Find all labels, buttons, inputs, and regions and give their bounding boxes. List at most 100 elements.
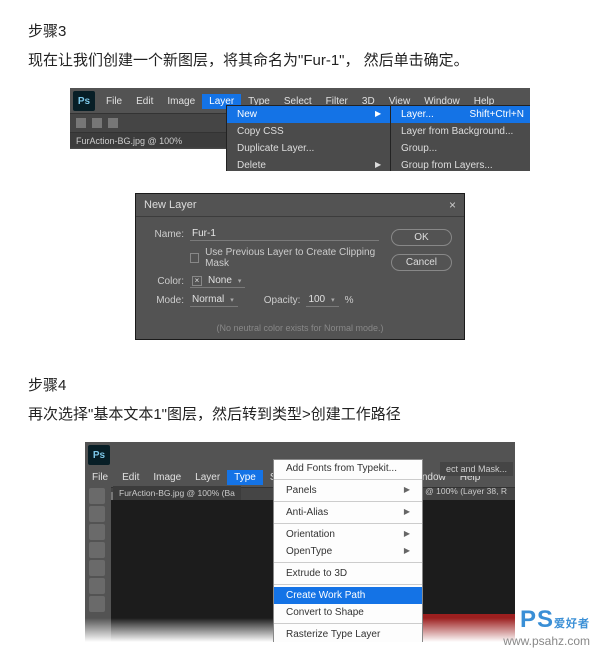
chevron-right-icon: ▶: [375, 160, 381, 171]
menu-separator: [274, 523, 422, 524]
menu-separator: [274, 584, 422, 585]
new-layer-dialog: New Layer × Name: Use Previous Layer to …: [135, 193, 465, 340]
dialog-footnote: (No neutral color exists for Normal mode…: [136, 323, 464, 339]
menu-item-opentype[interactable]: OpenType ▶: [274, 543, 422, 560]
menu-file[interactable]: File: [85, 470, 115, 485]
menu-shortcut: Shift+Ctrl+N: [470, 109, 524, 120]
menu-item-orientation[interactable]: Orientation▶: [274, 526, 422, 543]
chevron-right-icon: ▶: [404, 485, 410, 496]
tool-icon: [76, 118, 86, 128]
opacity-value: 100: [308, 294, 325, 305]
menu-item-label: Delete: [237, 160, 266, 171]
tool-icon: [108, 118, 118, 128]
ps-logo-icon: Ps: [88, 445, 110, 465]
ps-tools-sidebar: [85, 484, 111, 642]
menu-item-label: New: [237, 109, 257, 120]
ps-logo-icon: Ps: [73, 91, 95, 111]
clipping-mask-checkbox[interactable]: [190, 253, 199, 263]
menu-item-label: Extrude to 3D: [286, 568, 347, 579]
tool-icon[interactable]: [89, 542, 105, 558]
menu-type[interactable]: Type: [227, 470, 263, 485]
cancel-button[interactable]: Cancel: [391, 254, 452, 271]
menu-item-convert-to-shape[interactable]: Convert to Shape: [274, 604, 422, 621]
tool-icon[interactable]: [89, 596, 105, 612]
menu-item-new[interactable]: New ▶: [227, 106, 391, 123]
menu-item-group[interactable]: Group...: [391, 140, 530, 157]
menu-item-add-fonts[interactable]: Add Fonts from Typekit...: [274, 460, 422, 477]
watermark-subtitle: 爱好者: [554, 618, 590, 630]
menu-item-antialias[interactable]: Anti-Alias ▶: [274, 504, 422, 521]
layer-dropdown: New ▶ Copy CSS Duplicate Layer... Delete ▶…: [226, 105, 392, 171]
tool-icon[interactable]: [89, 506, 105, 522]
menu-item-label: Group...: [401, 143, 437, 154]
menu-layer[interactable]: Layer: [188, 470, 227, 485]
menu-item-label: Convert to Shape: [286, 607, 364, 618]
opacity-unit: %: [345, 295, 354, 306]
menu-item-label: Panels: [286, 485, 317, 496]
dialog-title: New Layer: [144, 199, 197, 211]
mode-value: Normal: [192, 294, 224, 305]
menu-item-copy-css[interactable]: Copy CSS: [227, 123, 391, 140]
ok-button[interactable]: OK: [391, 229, 452, 246]
chevron-right-icon: ▶: [404, 546, 410, 557]
tool-icon: [92, 118, 102, 128]
chevron-right-icon: ▶: [375, 109, 381, 120]
new-submenu: Layer... Shift+Ctrl+N Layer from Backgrou…: [390, 105, 530, 171]
ps-screenshot-type-menu: Ps File Edit Image Layer Type Select Fil…: [85, 442, 515, 642]
step4-text: 再次选择"基本文本1"图层，然后转到类型>创建工作路径: [28, 403, 572, 424]
menu-item-create-work-path[interactable]: Create Work Path: [274, 587, 422, 604]
step3-title: 步骤3: [28, 20, 572, 41]
chevron-down-icon: ▾: [238, 277, 242, 285]
close-icon[interactable]: ×: [449, 198, 456, 212]
watermark: PS爱好者 www.psahz.com: [503, 606, 590, 648]
menu-image[interactable]: Image: [146, 470, 188, 485]
chevron-down-icon: ▾: [331, 296, 335, 304]
opacity-label: Opacity:: [264, 295, 301, 306]
menu-item-label: OpenType: [286, 546, 332, 557]
menu-separator: [274, 562, 422, 563]
menu-image[interactable]: Image: [160, 94, 202, 109]
watermark-url: www.psahz.com: [503, 634, 590, 648]
tool-icon[interactable]: [89, 560, 105, 576]
menu-item-label: Duplicate Layer...: [237, 143, 314, 154]
menu-item-layer-from-bg[interactable]: Layer from Background...: [391, 123, 530, 140]
mode-label: Mode:: [148, 295, 184, 306]
ps-document-tab-right: d @ 100% (Layer 38, R: [418, 486, 507, 496]
menu-item-label: Group from Layers...: [401, 160, 493, 171]
mode-select[interactable]: Normal ▾: [190, 294, 238, 307]
chevron-right-icon: ▶: [404, 507, 410, 518]
none-swatch-icon: ×: [192, 276, 202, 286]
step3-text: 现在让我们创建一个新图层，将其命名为"Fur-1"， 然后单击确定。: [28, 49, 572, 70]
menu-item-label: Copy CSS: [237, 126, 284, 137]
color-label: Color:: [148, 276, 184, 287]
type-dropdown: Add Fonts from Typekit... Panels ▶ Anti-A…: [273, 459, 423, 642]
tool-icon[interactable]: [89, 524, 105, 540]
opacity-input[interactable]: 100 ▾: [306, 294, 338, 307]
menu-file[interactable]: File: [99, 94, 129, 109]
chevron-down-icon: ▾: [230, 296, 234, 304]
color-select[interactable]: × None ▾: [190, 275, 245, 288]
menu-separator: [274, 479, 422, 480]
menu-item-panels[interactable]: Panels ▶: [274, 482, 422, 499]
tool-icon[interactable]: [89, 488, 105, 504]
menu-separator: [274, 623, 422, 624]
menu-separator: [274, 501, 422, 502]
menu-item-label: Layer...: [401, 109, 434, 120]
name-label: Name:: [148, 229, 184, 240]
menu-item-rasterize[interactable]: Rasterize Type Layer: [274, 626, 422, 642]
menu-item-delete[interactable]: Delete ▶: [227, 157, 391, 171]
menu-item-label: Anti-Alias: [286, 507, 328, 518]
watermark-brand: PS: [520, 606, 554, 633]
menu-item-extrude-3d[interactable]: Extrude to 3D: [274, 565, 422, 582]
menu-item-layer-new[interactable]: Layer... Shift+Ctrl+N: [391, 106, 530, 123]
menu-item-group-from-layers[interactable]: Group from Layers...: [391, 157, 530, 171]
color-value: None: [208, 275, 232, 286]
layer-name-input[interactable]: [190, 227, 379, 241]
menu-edit[interactable]: Edit: [115, 470, 146, 485]
clipping-mask-label: Use Previous Layer to Create Clipping Ma…: [205, 247, 379, 269]
menu-item-label: Orientation: [286, 529, 335, 540]
menu-item-duplicate-layer[interactable]: Duplicate Layer...: [227, 140, 391, 157]
tool-icon[interactable]: [89, 578, 105, 594]
ps-document-tab[interactable]: FurAction-BG.jpg @ 100% (Ba: [113, 486, 241, 500]
menu-edit[interactable]: Edit: [129, 94, 160, 109]
